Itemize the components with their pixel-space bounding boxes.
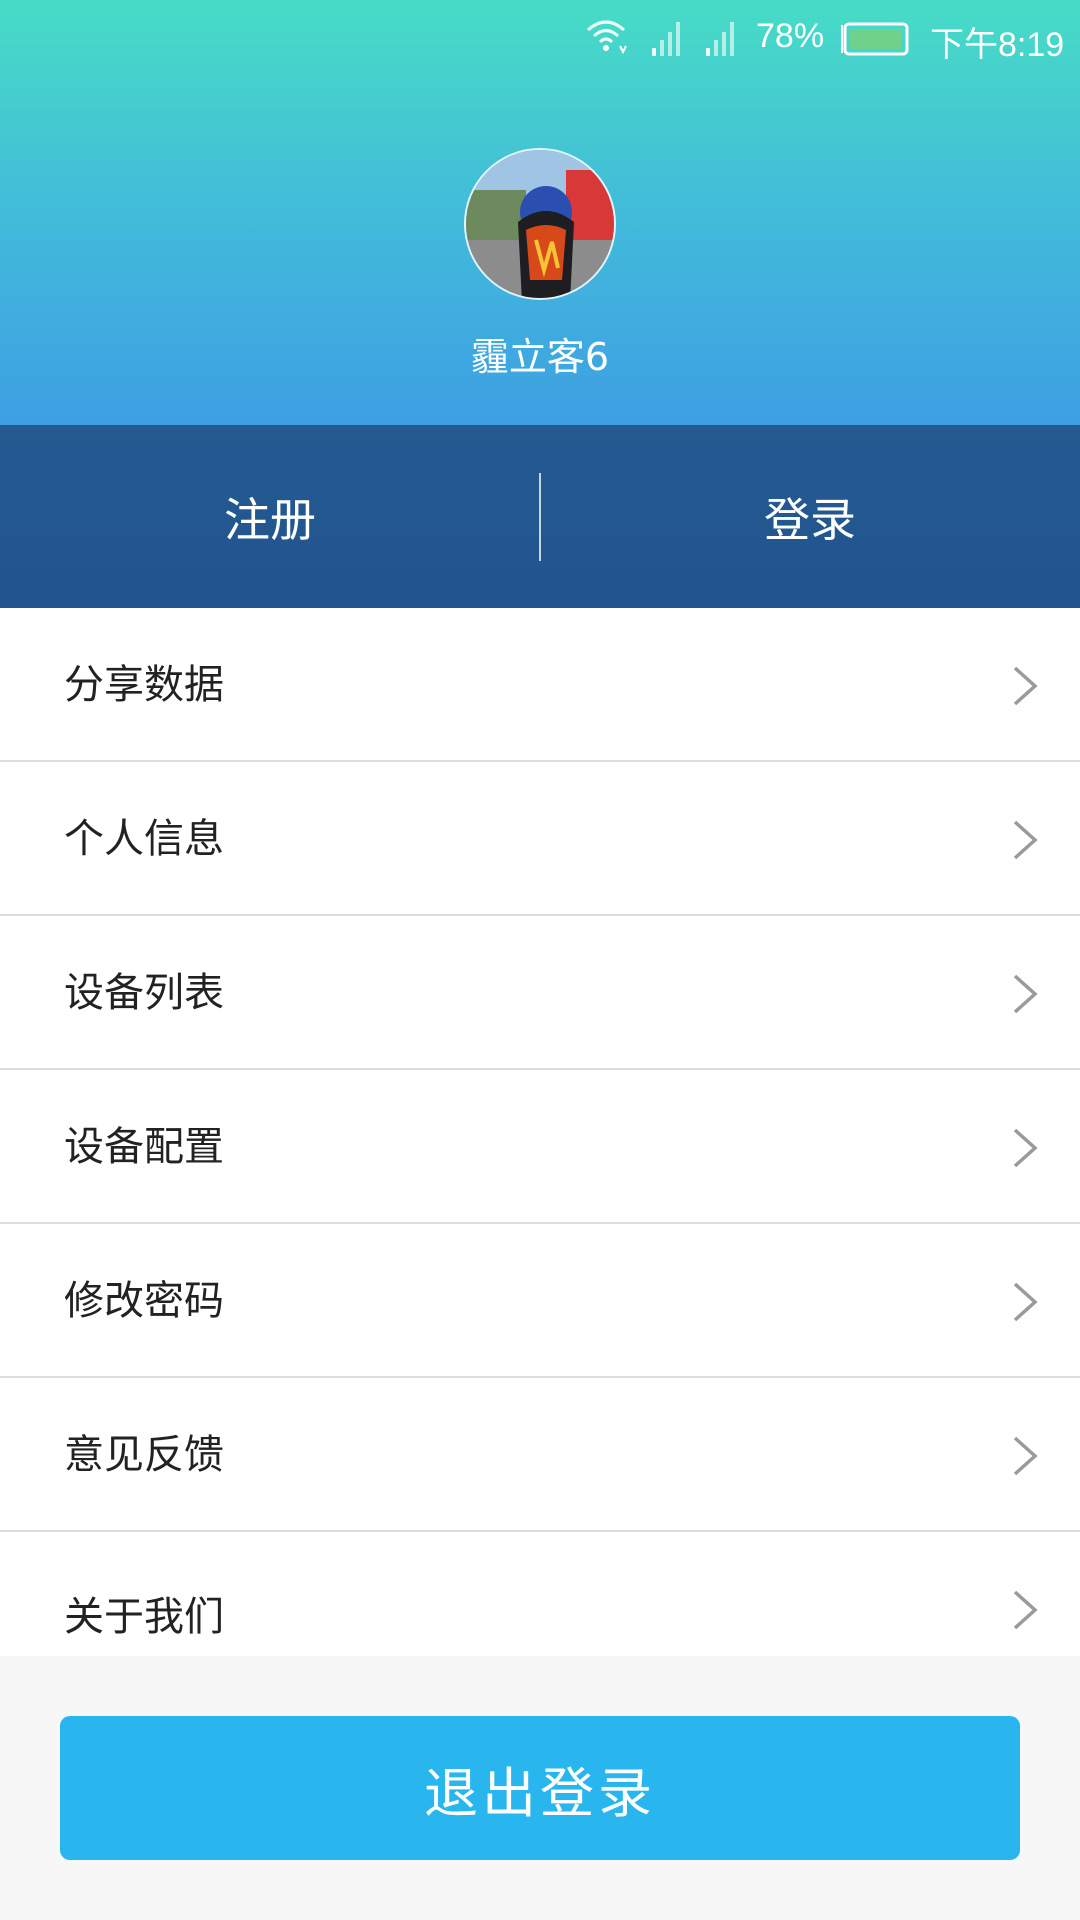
menu-item-label: 个人信息	[64, 816, 224, 862]
menu-item-feedback[interactable]: 意见反馈	[0, 1378, 1080, 1532]
menu-item-label: 修改密码	[64, 1278, 224, 1324]
chevron-right-icon	[1010, 818, 1040, 866]
status-bar: 78% 下午8:19	[0, 0, 1080, 78]
menu-item-label: 意见反馈	[64, 1432, 224, 1478]
menu-item-label: 设备列表	[64, 970, 224, 1016]
menu-item-label: 分享数据	[64, 662, 224, 708]
menu-item-label: 关于我们	[64, 1594, 224, 1640]
chevron-right-icon	[1010, 972, 1040, 1020]
battery-percent: 78%	[756, 17, 825, 55]
menu-item-device-config[interactable]: 设备配置	[0, 1070, 1080, 1224]
menu-item-about-us[interactable]: 关于我们	[0, 1532, 1080, 1656]
clock: 下午8:19	[930, 26, 1065, 64]
signal-icon	[704, 18, 738, 67]
profile-screen: 78% 下午8:19 霾立客6 注册 登录 分享数据 个人信息 设备列表 设备配…	[0, 0, 1080, 1920]
profile-header: 78% 下午8:19 霾立客6 注册 登录	[0, 0, 1080, 608]
wifi-icon	[584, 16, 628, 65]
menu-item-share-data[interactable]: 分享数据	[0, 608, 1080, 762]
username: 霾立客6	[470, 335, 610, 379]
settings-menu: 分享数据 个人信息 设备列表 设备配置 修改密码 意见反馈 关于我们	[0, 608, 1080, 1656]
menu-item-personal-info[interactable]: 个人信息	[0, 762, 1080, 916]
menu-item-label: 设备配置	[64, 1124, 224, 1170]
auth-bar: 注册 登录	[0, 425, 1080, 608]
login-button[interactable]: 登录	[540, 425, 1080, 608]
avatar[interactable]	[464, 148, 616, 300]
battery-icon	[840, 22, 910, 65]
chevron-right-icon	[1010, 1280, 1040, 1328]
chevron-right-icon	[1010, 1588, 1040, 1636]
logout-button[interactable]: 退出登录	[60, 1716, 1020, 1860]
chevron-right-icon	[1010, 664, 1040, 712]
signal-icon	[650, 18, 684, 67]
menu-item-change-password[interactable]: 修改密码	[0, 1224, 1080, 1378]
register-button[interactable]: 注册	[0, 425, 540, 608]
chevron-right-icon	[1010, 1126, 1040, 1174]
chevron-right-icon	[1010, 1434, 1040, 1482]
menu-item-device-list[interactable]: 设备列表	[0, 916, 1080, 1070]
